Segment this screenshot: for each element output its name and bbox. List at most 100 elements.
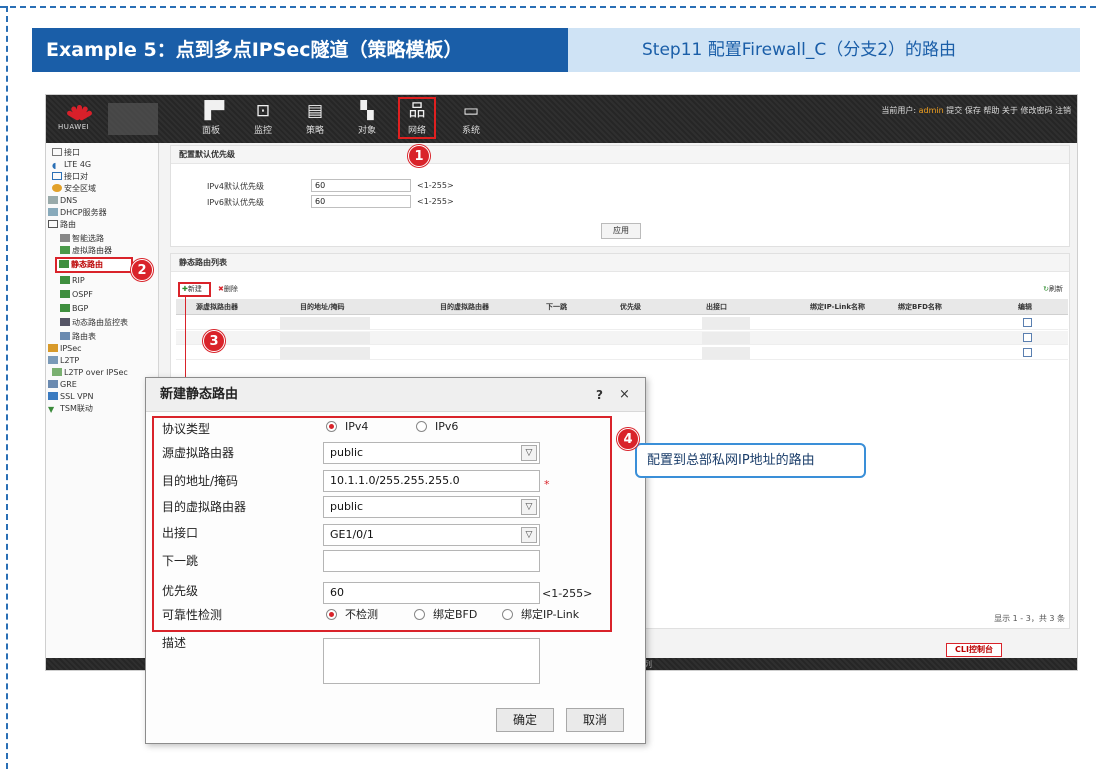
page-border-left	[6, 6, 8, 769]
sidebar-item-rip[interactable]: RIP	[60, 275, 85, 287]
blurred-cell	[702, 332, 750, 344]
huawei-flower-icon	[66, 103, 93, 122]
sidebar-item-tsm[interactable]: ▼ TSM联动	[45, 403, 93, 415]
select-value: public	[330, 446, 364, 459]
sidebar-label: 静态路由	[71, 260, 103, 269]
protocol-ipv6-radio[interactable]: IPv6	[416, 420, 458, 433]
cancel-button[interactable]: 取消	[566, 708, 624, 732]
bgp-icon	[60, 304, 70, 312]
expand-icon	[45, 404, 46, 412]
edit-icon[interactable]	[1023, 318, 1032, 327]
sidebar-item-gre[interactable]: GRE	[46, 379, 77, 391]
select-value: public	[330, 500, 364, 513]
radio-selected-icon	[326, 609, 337, 620]
apply-button[interactable]: 应用	[601, 223, 641, 239]
sidebar-item-bgp[interactable]: BGP	[60, 303, 88, 315]
reliability-iplink-radio[interactable]: 绑定IP-Link	[502, 606, 579, 622]
nav-monitor[interactable]: ⊡ 监控	[243, 99, 283, 139]
src-vr-label: 源虚拟路由器	[162, 446, 235, 460]
ok-button[interactable]: 确定	[496, 708, 554, 732]
sidebar-item-dns[interactable]: DNS	[46, 195, 77, 207]
sidebar-item-lte[interactable]: ◖ LTE 4G	[52, 159, 91, 171]
ipv4-priority-input[interactable]: 60	[311, 179, 411, 192]
sidebar-item-zone[interactable]: 安全区域	[52, 183, 96, 195]
out-if-label: 出接口	[162, 526, 199, 540]
new-static-route-dialog: 新建静态路由 ? × 协议类型 IPv4 IPv6 源虚拟路由器 public ▽…	[145, 377, 646, 744]
user-links[interactable]: 提交 保存 帮助 关于 修改密码 注销	[946, 106, 1071, 115]
desc-textarea[interactable]	[323, 638, 540, 684]
sidebar-item-static-route[interactable]: 静态路由	[55, 257, 133, 273]
sidebar-item-ospf[interactable]: OSPF	[60, 289, 93, 301]
nav-label: 对象	[357, 126, 376, 136]
sidebar-label: RIP	[72, 276, 85, 285]
banner-step: Step11 配置Firewall_C（分支2）的路由	[642, 40, 957, 60]
sidebar-item-virtual-router[interactable]: 虚拟路由器	[60, 245, 112, 257]
priority-input[interactable]: 60	[323, 582, 540, 604]
help-icon[interactable]: ?	[596, 378, 603, 412]
nav-network[interactable]: 品 网络	[398, 97, 436, 139]
sidebar-item-ipsec[interactable]: IPSec	[46, 343, 82, 355]
edit-icon[interactable]	[1023, 333, 1032, 342]
sidebar-item-smart-route[interactable]: 智能选路	[60, 233, 104, 245]
next-hop-input[interactable]	[323, 550, 540, 572]
dest-input[interactable]: 10.1.1.0/255.255.255.0	[323, 470, 540, 492]
new-route-button[interactable]: ✚新建	[178, 282, 211, 297]
monitor-icon: ⊡	[255, 101, 271, 121]
reliability-bfd-radio[interactable]: 绑定BFD	[414, 606, 477, 622]
protocol-ipv4-radio[interactable]: IPv4	[326, 420, 368, 433]
sidebar-item-dynamic-route-monitor[interactable]: 动态路由监控表	[60, 317, 128, 329]
delete-route-button[interactable]: ✖删除	[218, 284, 238, 294]
static-route-icon	[59, 260, 69, 268]
blurred-cell	[702, 317, 750, 329]
chevron-down-icon: ▽	[521, 499, 537, 515]
sidebar-label: 安全区域	[64, 184, 96, 193]
table-row[interactable]	[176, 316, 1068, 330]
sidebar-item-interface[interactable]: 接口	[52, 147, 80, 159]
nav-dashboard[interactable]: ▐▀ 面板	[191, 99, 231, 139]
sidebar-label: 动态路由监控表	[72, 318, 128, 327]
sidebar-item-interface-pair[interactable]: 接口对	[52, 171, 88, 183]
dialog-title: 新建静态路由	[146, 378, 645, 412]
panel-title: 静态路由列表	[171, 254, 1069, 272]
wireless-icon: ◖	[52, 161, 57, 170]
dest-vr-select[interactable]: public ▽	[323, 496, 540, 518]
reliability-none-radio[interactable]: 不检测	[326, 606, 378, 622]
sidebar-label: TSM联动	[60, 404, 93, 413]
sidebar-label: 智能选路	[72, 234, 104, 243]
sidebar-item-dhcp[interactable]: DHCP服务器	[46, 207, 107, 219]
cli-console-button[interactable]: CLI控制台	[946, 643, 1002, 657]
l2tp-ipsec-icon	[52, 368, 62, 376]
refresh-button[interactable]: ↻刷新	[1043, 284, 1063, 294]
ipv6-priority-range: <1-255>	[417, 197, 454, 206]
route-table-header: 源虚拟路由器 目的地址/掩码 目的虚拟路由器 下一跳 优先级 出接口 绑定IP-…	[176, 299, 1068, 315]
src-vr-select[interactable]: public ▽	[323, 442, 540, 464]
monitor-table-icon	[60, 318, 70, 326]
ipv6-priority-label: IPv6默认优先级	[207, 198, 265, 207]
col-src-vr: 源虚拟路由器	[196, 303, 238, 311]
radio-label: IPv4	[345, 420, 369, 433]
out-if-select[interactable]: GE1/0/1 ▽	[323, 524, 540, 546]
page-border-top	[0, 6, 1096, 8]
sidebar-item-route[interactable]: 路由	[46, 219, 76, 231]
interface-icon	[52, 148, 62, 156]
smart-route-icon	[60, 234, 70, 242]
sidebar-label: L2TP over IPSec	[64, 368, 128, 377]
sidebar-item-route-table[interactable]: 路由表	[60, 331, 96, 343]
nav-object[interactable]: ▚ 对象	[347, 99, 387, 139]
ssl-vpn-icon	[48, 392, 58, 400]
col-bfd: 绑定BFD名称	[898, 303, 942, 311]
sidebar-item-ssl-vpn[interactable]: SSL VPN	[46, 391, 93, 403]
nav-system[interactable]: ▭ 系统	[451, 99, 491, 139]
sidebar-label: 路由	[60, 220, 76, 229]
edit-icon[interactable]	[1023, 348, 1032, 357]
ipv6-priority-input[interactable]: 60	[311, 195, 411, 208]
table-row[interactable]	[176, 331, 1068, 345]
sidebar-item-l2tp-over-ipsec[interactable]: L2TP over IPSec	[52, 367, 128, 379]
nav-policy[interactable]: ▤ 策略	[295, 99, 335, 139]
table-row[interactable]	[176, 346, 1068, 360]
radio-label: IPv6	[435, 420, 459, 433]
refresh-label: 刷新	[1049, 285, 1063, 293]
interface-pair-icon	[52, 172, 62, 180]
sidebar-item-l2tp[interactable]: L2TP	[46, 355, 79, 367]
close-icon[interactable]: ×	[619, 378, 630, 412]
